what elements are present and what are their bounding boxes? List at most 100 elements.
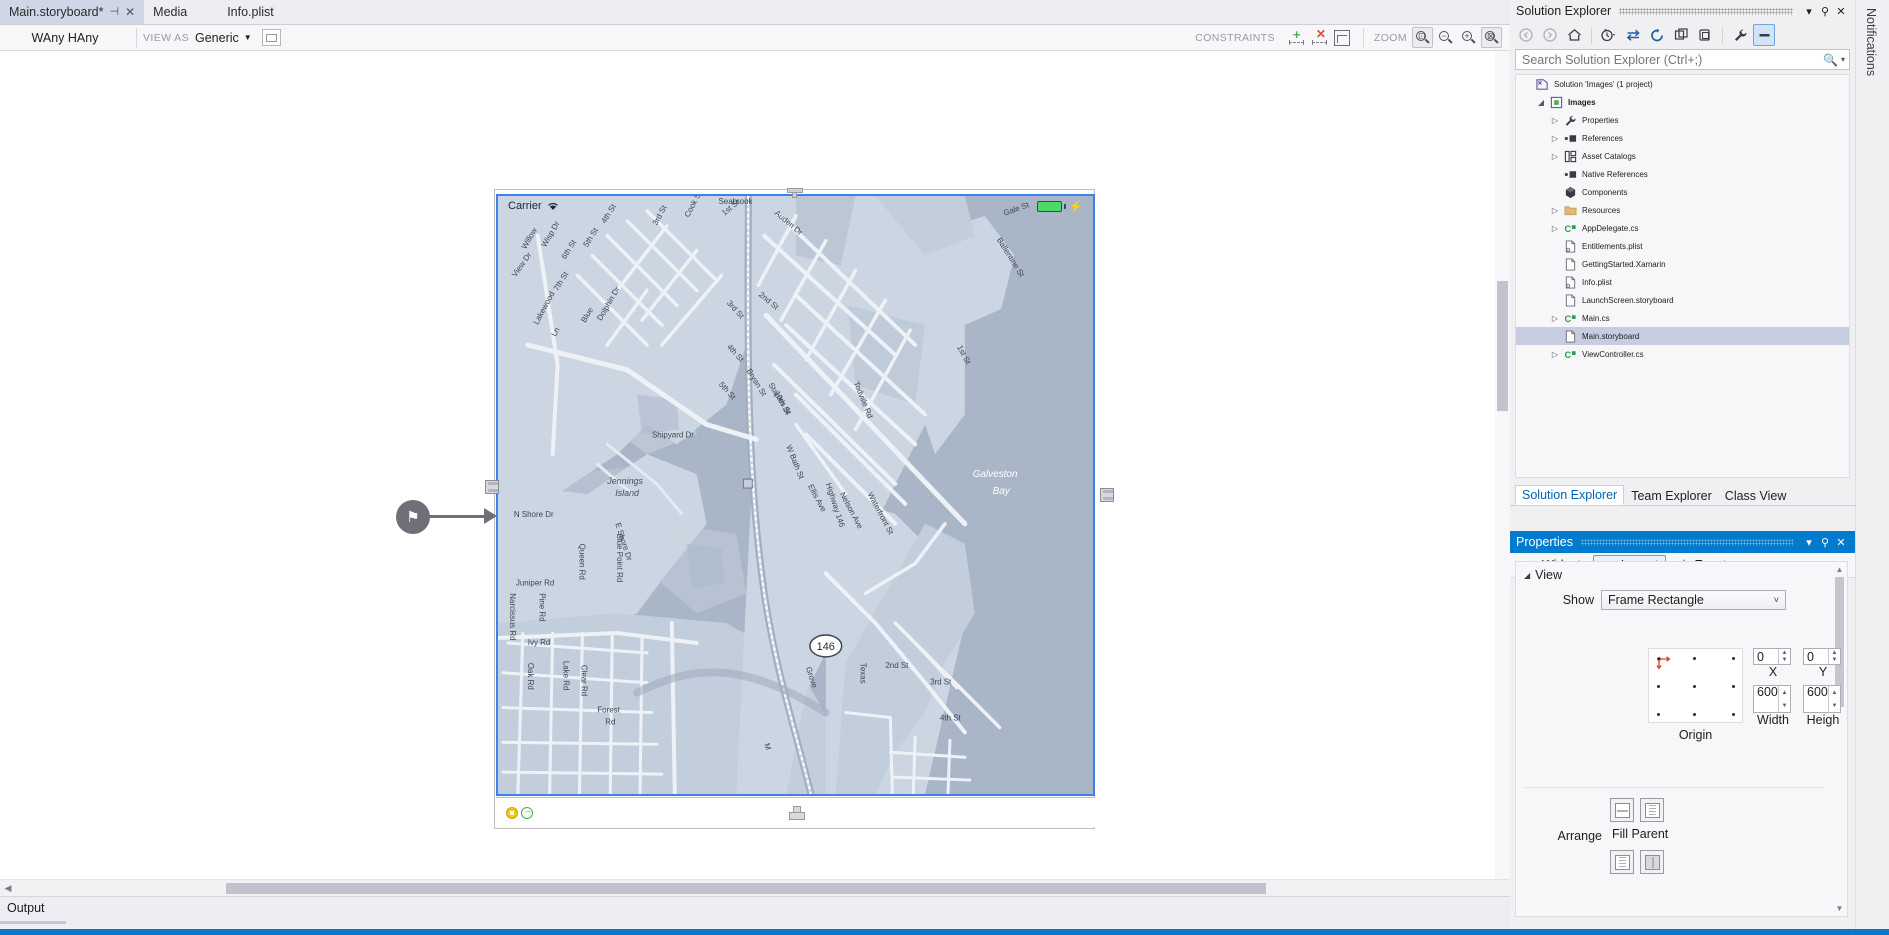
- tree-item[interactable]: Entitlements.plist: [1516, 237, 1849, 255]
- fill-parent-vertical-icon[interactable]: [1640, 798, 1664, 822]
- search-input[interactable]: [1520, 52, 1820, 68]
- zoom-to-fit-icon[interactable]: ⊡: [1412, 27, 1433, 48]
- chevron-right-icon[interactable]: ▷: [1548, 152, 1562, 161]
- notifications-rail[interactable]: Notifications: [1855, 0, 1889, 929]
- right-resize-handle[interactable]: [1100, 488, 1118, 502]
- bottom-resize-handle[interactable]: [789, 806, 803, 820]
- tree-item[interactable]: ▷CMain.cs: [1516, 309, 1849, 327]
- scene-dock-icons[interactable]: [506, 807, 533, 819]
- scrollbar-thumb[interactable]: [1497, 281, 1508, 411]
- preview-selected-items-icon[interactable]: [1753, 24, 1775, 46]
- top-resize-handle[interactable]: [787, 188, 803, 198]
- origin-x-field[interactable]: 0 ▲▼: [1753, 648, 1791, 665]
- clear-constraints-icon[interactable]: ✕: [1311, 29, 1328, 46]
- pending-changes-icon[interactable]: [1598, 24, 1620, 46]
- center-horizontal-icon[interactable]: [1640, 850, 1664, 874]
- search-box[interactable]: 🔍 ▾: [1515, 49, 1850, 70]
- zoom-in-icon[interactable]: +: [1458, 27, 1479, 48]
- spinner[interactable]: ▲▼: [1778, 686, 1790, 712]
- scrollbar-track[interactable]: [16, 883, 1510, 894]
- scroll-left-icon[interactable]: ◀: [0, 883, 16, 894]
- tree-item[interactable]: Info.plist: [1516, 273, 1849, 291]
- refresh-icon[interactable]: [1646, 24, 1668, 46]
- chevron-down-icon[interactable]: ▾: [1841, 55, 1845, 64]
- tree-item[interactable]: ▷Properties: [1516, 111, 1849, 129]
- sync-with-active-document-icon[interactable]: [1622, 24, 1644, 46]
- tab-class-view[interactable]: Class View: [1719, 487, 1793, 505]
- back-icon[interactable]: [1515, 24, 1537, 46]
- origin-y-field[interactable]: 0 ▲▼: [1803, 648, 1841, 665]
- view-as-dropdown[interactable]: Generic ▼: [195, 31, 252, 45]
- tree-item[interactable]: Components: [1516, 183, 1849, 201]
- pin-icon[interactable]: ⚲: [1817, 536, 1833, 549]
- canvas-vertical-scrollbar[interactable]: [1495, 51, 1510, 879]
- update-frames-icon[interactable]: [1334, 30, 1350, 46]
- drag-grip[interactable]: [1581, 539, 1793, 546]
- close-icon[interactable]: ✕: [125, 6, 135, 18]
- origin-anchor-picker[interactable]: [1648, 648, 1743, 723]
- tab-team-explorer[interactable]: Team Explorer: [1625, 487, 1718, 505]
- left-resize-handle[interactable]: [485, 480, 503, 494]
- scroll-up-icon[interactable]: ▲: [1833, 563, 1846, 576]
- chevron-right-icon[interactable]: ▷: [1548, 134, 1562, 143]
- show-all-files-icon[interactable]: [1694, 24, 1716, 46]
- segue-icon[interactable]: [521, 807, 533, 819]
- chevron-right-icon[interactable]: ▷: [1548, 314, 1562, 323]
- tree-item[interactable]: Native References: [1516, 165, 1849, 183]
- scroll-down-icon[interactable]: ▼: [1833, 902, 1846, 915]
- show-dropdown[interactable]: Frame Rectangle ˅: [1601, 590, 1786, 610]
- zoom-actual-size-icon[interactable]: ⊠: [1481, 27, 1502, 48]
- chevron-expanded-icon[interactable]: ◢: [1534, 98, 1548, 107]
- scrollbar-thumb[interactable]: [226, 883, 1266, 894]
- chevron-down-icon[interactable]: ▾: [1801, 536, 1817, 549]
- storyboard-canvas[interactable]: ⚑ .water { fill:#a9b6c8; } .land { fill:…: [0, 51, 1495, 879]
- spinner[interactable]: ▲▼: [1778, 649, 1790, 664]
- chevron-down-icon[interactable]: ▾: [1801, 5, 1817, 18]
- tree-item[interactable]: LaunchScreen.storyboard: [1516, 291, 1849, 309]
- pin-icon[interactable]: ⚲: [1817, 5, 1833, 18]
- tree-item[interactable]: ▷Asset Catalogs: [1516, 147, 1849, 165]
- document-tab-media[interactable]: Media: [144, 0, 196, 24]
- width-field[interactable]: 600 ▲▼: [1753, 685, 1791, 713]
- chevron-right-icon[interactable]: ▷: [1548, 206, 1562, 215]
- tree-item[interactable]: GettingStarted.Xamarin: [1516, 255, 1849, 273]
- map-view[interactable]: .water { fill:#a9b6c8; } .land { fill:#c…: [496, 194, 1095, 796]
- spinner[interactable]: ▲▼: [1828, 686, 1840, 712]
- tree-item[interactable]: ▷CAppDelegate.cs: [1516, 219, 1849, 237]
- tree-item[interactable]: ▷CViewController.cs: [1516, 345, 1849, 363]
- pin-icon[interactable]: ⊣: [110, 7, 120, 18]
- tree-item[interactable]: Solution 'Images' (1 project): [1516, 75, 1849, 93]
- forward-icon[interactable]: [1539, 24, 1561, 46]
- chevron-right-icon[interactable]: ▷: [1548, 350, 1562, 359]
- drag-grip[interactable]: [1619, 8, 1793, 15]
- storyboard-entry-point[interactable]: ⚑: [396, 498, 501, 536]
- device-preview-button[interactable]: [262, 29, 281, 46]
- zoom-out-icon[interactable]: −: [1435, 27, 1456, 48]
- close-icon[interactable]: ✕: [1833, 5, 1849, 18]
- tab-solution-explorer[interactable]: Solution Explorer: [1515, 485, 1624, 505]
- home-icon[interactable]: [1563, 24, 1585, 46]
- height-field[interactable]: 600 ▲▼: [1803, 685, 1841, 713]
- tree-item[interactable]: ▷References: [1516, 129, 1849, 147]
- canvas-horizontal-scrollbar[interactable]: ◀: [0, 879, 1510, 896]
- spinner[interactable]: ▲▼: [1828, 649, 1840, 664]
- solution-tree[interactable]: Solution 'Images' (1 project)◢Images▷Pro…: [1515, 74, 1850, 478]
- chevron-right-icon[interactable]: ▷: [1548, 116, 1562, 125]
- tree-item[interactable]: ▷Resources: [1516, 201, 1849, 219]
- document-tab-info-plist[interactable]: Info.plist: [218, 0, 283, 24]
- chevron-right-icon[interactable]: ▷: [1548, 224, 1562, 233]
- view-group-header[interactable]: ◢ View: [1516, 562, 1847, 584]
- close-icon[interactable]: ✕: [1833, 536, 1849, 549]
- view-controller-scene[interactable]: .water { fill:#a9b6c8; } .land { fill:#c…: [494, 189, 1095, 829]
- collapse-all-icon[interactable]: [1670, 24, 1692, 46]
- tree-item[interactable]: ◢Images: [1516, 93, 1849, 111]
- document-tab-main-storyboard[interactable]: Main.storyboard* ⊣ ✕: [0, 0, 144, 24]
- trait-size-label[interactable]: WAny HAny: [0, 31, 130, 45]
- properties-icon[interactable]: [1729, 24, 1751, 46]
- add-constraint-icon[interactable]: +: [1288, 29, 1305, 46]
- search-icon[interactable]: 🔍: [1823, 53, 1838, 67]
- center-vertical-icon[interactable]: [1610, 850, 1634, 874]
- fill-parent-horizontal-icon[interactable]: [1610, 798, 1634, 822]
- warning-badge-icon[interactable]: [506, 807, 518, 819]
- tree-item[interactable]: Main.storyboard: [1516, 327, 1849, 345]
